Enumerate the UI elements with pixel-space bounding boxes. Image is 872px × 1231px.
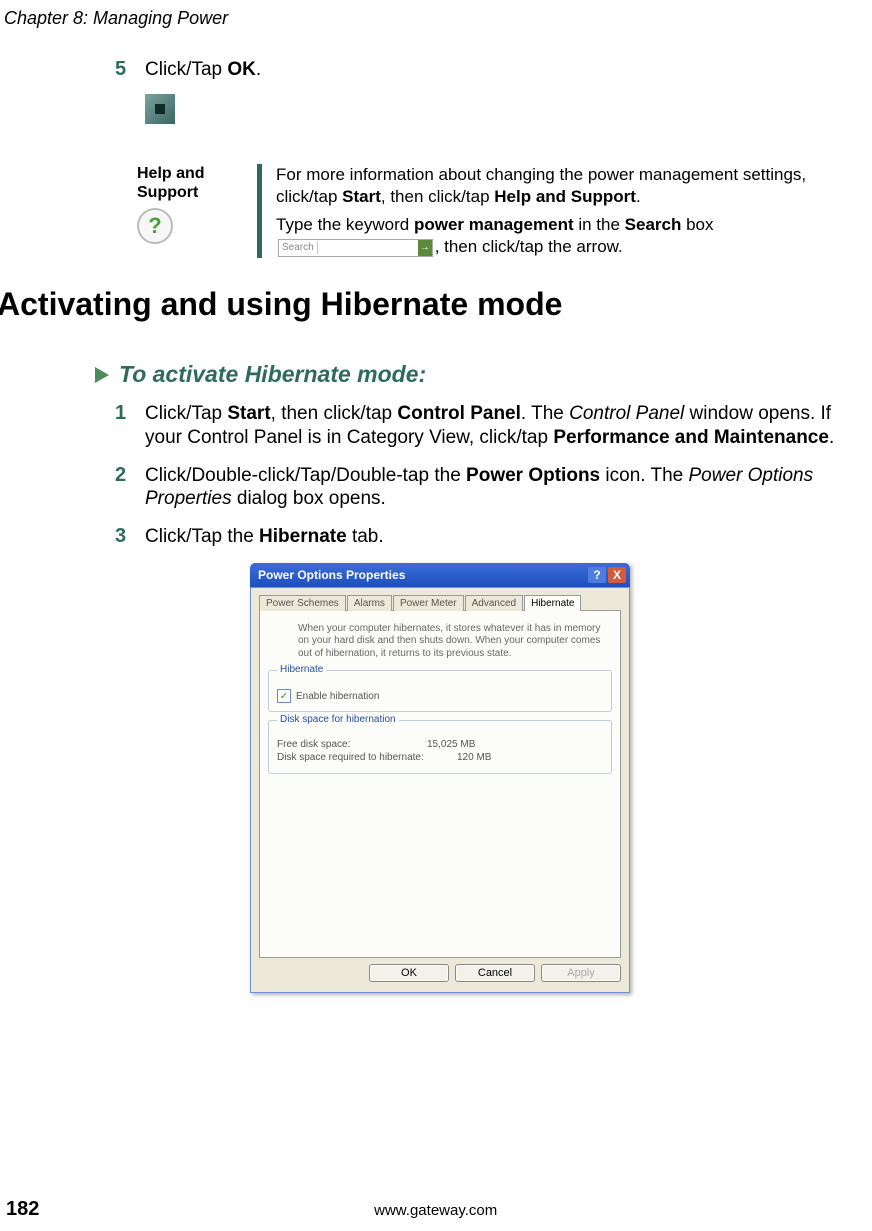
chapter-title: Chapter 8: Managing Power [4,8,228,29]
text: Type the keyword [276,215,414,234]
required-disk-value: 120 MB [457,752,491,763]
group-disk-space: Disk space for hibernation Free disk spa… [268,720,612,774]
procedure-heading: To activate Hibernate mode: [119,361,426,388]
page-number: 182 [6,1198,39,1221]
text: Control Panel [397,403,521,424]
hibernate-description: When your computer hibernates, it stores… [298,623,610,661]
tab-power-schemes[interactable]: Power Schemes [259,595,346,611]
text: icon. The [600,465,688,486]
free-disk-value: 15,025 MB [427,739,475,750]
cancel-button[interactable]: Cancel [455,964,535,982]
procedure-heading-row: To activate Hibernate mode: [95,361,865,388]
help-and-support-callout: Help and Support ? For more information … [137,164,865,258]
step-3-number: 3 [115,525,145,548]
help-text: For more information about changing the … [276,164,826,258]
step-2-text: Click/Double-click/Tap/Double-tap the Po… [145,464,865,512]
text: . [829,427,834,448]
apply-button[interactable]: Apply [541,964,621,982]
help-label: Help and Support [137,164,257,202]
text: , then click/tap [381,187,494,206]
step-2-number: 2 [115,464,145,487]
text: Search [625,215,682,234]
step-5-row: 5 Click/Tap OK. [115,58,865,82]
step-2-row: 2 Click/Double-click/Tap/Double-tap the … [115,464,865,512]
search-field [318,241,418,255]
ok-label: OK [227,59,256,80]
step-1-text: Click/Tap Start, then click/tap Control … [145,402,865,450]
required-disk-label: Disk space required to hibernate: [277,752,457,763]
enable-hibernation-row[interactable]: ✓ Enable hibernation [277,689,603,703]
text: Click/Tap [145,403,227,424]
dialog-titlebar: Power Options Properties ? X [250,563,630,587]
text: . [256,59,261,80]
text: , then click/tap the arrow. [435,237,623,256]
text: tab. [347,526,384,547]
enable-hibernation-checkbox[interactable]: ✓ [277,689,291,703]
step-3-row: 3 Click/Tap the Hibernate tab. [115,525,865,549]
square-icon [155,104,165,114]
search-label: Search [279,241,318,254]
play-icon [95,367,109,383]
step-3-text: Click/Tap the Hibernate tab. [145,525,384,549]
text: . [636,187,641,206]
step-1-row: 1 Click/Tap Start, then click/tap Contro… [115,402,865,450]
text: . The [521,403,569,424]
section-heading: Activating and using Hibernate mode [0,286,865,323]
group-hibernate-title: Hibernate [277,664,326,675]
text: Click/Tap the [145,526,259,547]
titlebar-close-button[interactable]: X [608,567,626,583]
step-5-text: Click/Tap OK. [145,58,261,82]
tab-advanced[interactable]: Advanced [465,595,523,611]
text: Click/Tap [145,59,227,80]
power-options-dialog: Power Options Properties ? X Power Schem… [250,563,630,993]
help-divider [257,164,262,258]
page-footer: 182 www.gateway.com [0,1198,872,1221]
text: box [681,215,713,234]
enable-hibernation-label: Enable hibernation [296,691,379,702]
dialog-tabs: Power Schemes Alarms Power Meter Advance… [259,594,621,611]
tab-hibernate[interactable]: Hibernate [524,595,581,612]
text: , then click/tap [271,403,398,424]
step-5-number: 5 [115,58,145,81]
ok-button[interactable]: OK [369,964,449,982]
text: Hibernate [259,526,347,547]
tab-alarms[interactable]: Alarms [347,595,392,611]
text: Performance and Maintenance [553,427,829,448]
text: in the [574,215,625,234]
help-question-icon: ? [137,208,173,244]
group-disk-space-title: Disk space for hibernation [277,714,399,725]
dialog-title: Power Options Properties [258,568,405,582]
text: power management [414,215,574,234]
tab-power-meter[interactable]: Power Meter [393,595,464,611]
search-arrow-icon: → [418,240,432,256]
step-1-number: 1 [115,402,145,425]
text: Power Options [466,465,600,486]
text: Click/Double-click/Tap/Double-tap the [145,465,466,486]
tab-panel: When your computer hibernates, it stores… [259,611,621,958]
text: dialog box opens. [232,488,386,509]
titlebar-help-button[interactable]: ? [588,567,606,583]
search-box-icon: Search → [278,239,433,257]
text: Start [227,403,270,424]
footer-url: www.gateway.com [374,1202,497,1219]
text: Help and Support [494,187,636,206]
end-of-topic-icon [145,94,175,124]
group-hibernate: Hibernate ✓ Enable hibernation [268,670,612,712]
text: Start [342,187,381,206]
free-disk-label: Free disk space: [277,739,427,750]
text: Control Panel [569,403,684,424]
